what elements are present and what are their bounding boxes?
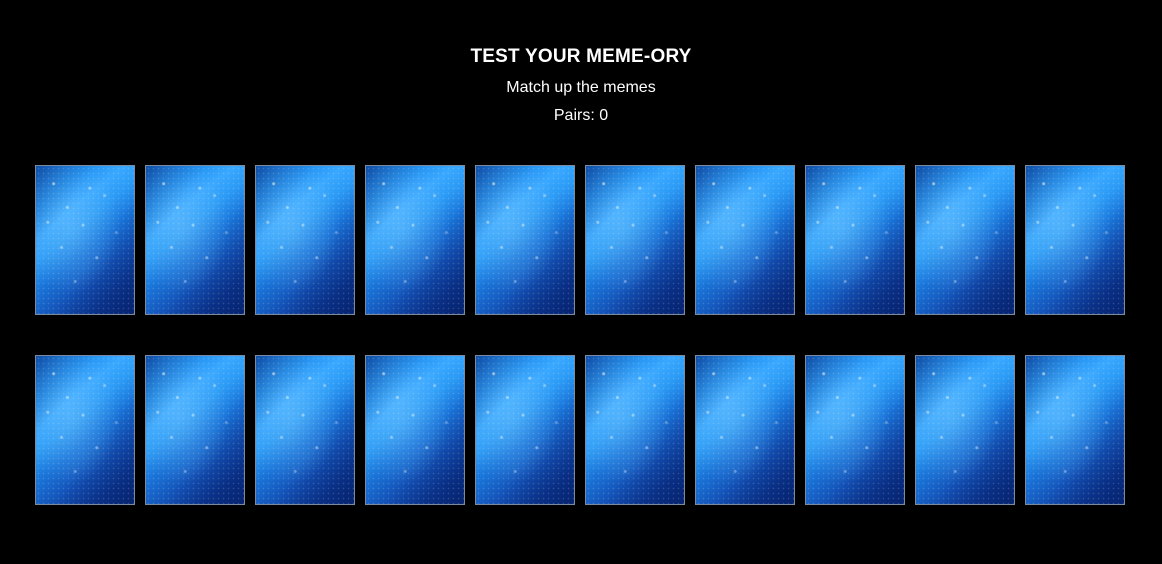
memory-card[interactable] bbox=[585, 355, 685, 505]
memory-card[interactable] bbox=[805, 165, 905, 315]
memory-card[interactable] bbox=[255, 355, 355, 505]
memory-card[interactable] bbox=[35, 165, 135, 315]
memory-card[interactable] bbox=[1025, 165, 1125, 315]
memory-card[interactable] bbox=[585, 165, 685, 315]
card-board bbox=[35, 165, 1127, 505]
memory-card[interactable] bbox=[475, 165, 575, 315]
memory-card[interactable] bbox=[145, 355, 245, 505]
memory-card[interactable] bbox=[475, 355, 575, 505]
game-title: TEST YOUR MEME-ORY bbox=[470, 46, 692, 67]
memory-card[interactable] bbox=[255, 165, 355, 315]
memory-card[interactable] bbox=[145, 165, 245, 315]
memory-card[interactable] bbox=[1025, 355, 1125, 505]
pairs-label: Pairs: bbox=[553, 107, 600, 124]
memory-card[interactable] bbox=[805, 355, 905, 505]
memory-card[interactable] bbox=[35, 355, 135, 505]
pairs-counter: Pairs: 0 bbox=[0, 106, 1162, 126]
memory-card[interactable] bbox=[365, 165, 465, 315]
memory-card[interactable] bbox=[365, 355, 465, 505]
game-subtitle: Match up the memes bbox=[506, 79, 656, 96]
memory-card[interactable] bbox=[915, 355, 1015, 505]
memory-card[interactable] bbox=[695, 355, 795, 505]
memory-game-page: TEST YOUR MEME-ORY Match up the memes Pa… bbox=[0, 0, 1162, 564]
memory-card[interactable] bbox=[695, 165, 795, 315]
pairs-count: 0 bbox=[599, 107, 609, 124]
memory-card[interactable] bbox=[915, 165, 1015, 315]
